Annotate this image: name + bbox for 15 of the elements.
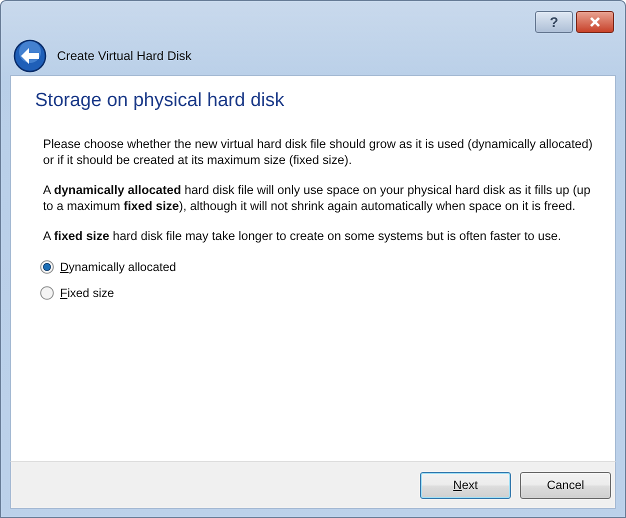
close-icon <box>589 17 601 27</box>
close-button[interactable] <box>576 11 614 33</box>
help-button[interactable]: ? <box>535 11 573 33</box>
description-text: A dynamically allocated hard disk file will only use space on your physical hard disk as it fills up (up to a maximum fixed size), although it will not shrink again automatically when space on it is freed. <box>43 182 592 214</box>
wizard-title: Create Virtual Hard Disk <box>57 49 192 63</box>
cancel-button[interactable]: Cancel <box>520 472 611 498</box>
radio-button[interactable] <box>40 260 54 274</box>
option-label[interactable]: Fixed size <box>60 286 114 300</box>
option-label[interactable]: Dynamically allocated <box>60 260 176 274</box>
page-heading: Storage on physical hard disk <box>35 90 286 112</box>
next-button[interactable]: Next <box>420 472 511 498</box>
back-icon[interactable] <box>13 39 47 73</box>
description-text: Please choose whether the new virtual hard disk file should grow as it is used (dynamically allocated) or if it should be created at its maximum size (fixed size). <box>43 136 594 168</box>
radio-button[interactable] <box>40 286 54 300</box>
description-text: A fixed size hard disk file may take longer to create on some systems but is often faster to use. <box>43 228 562 244</box>
